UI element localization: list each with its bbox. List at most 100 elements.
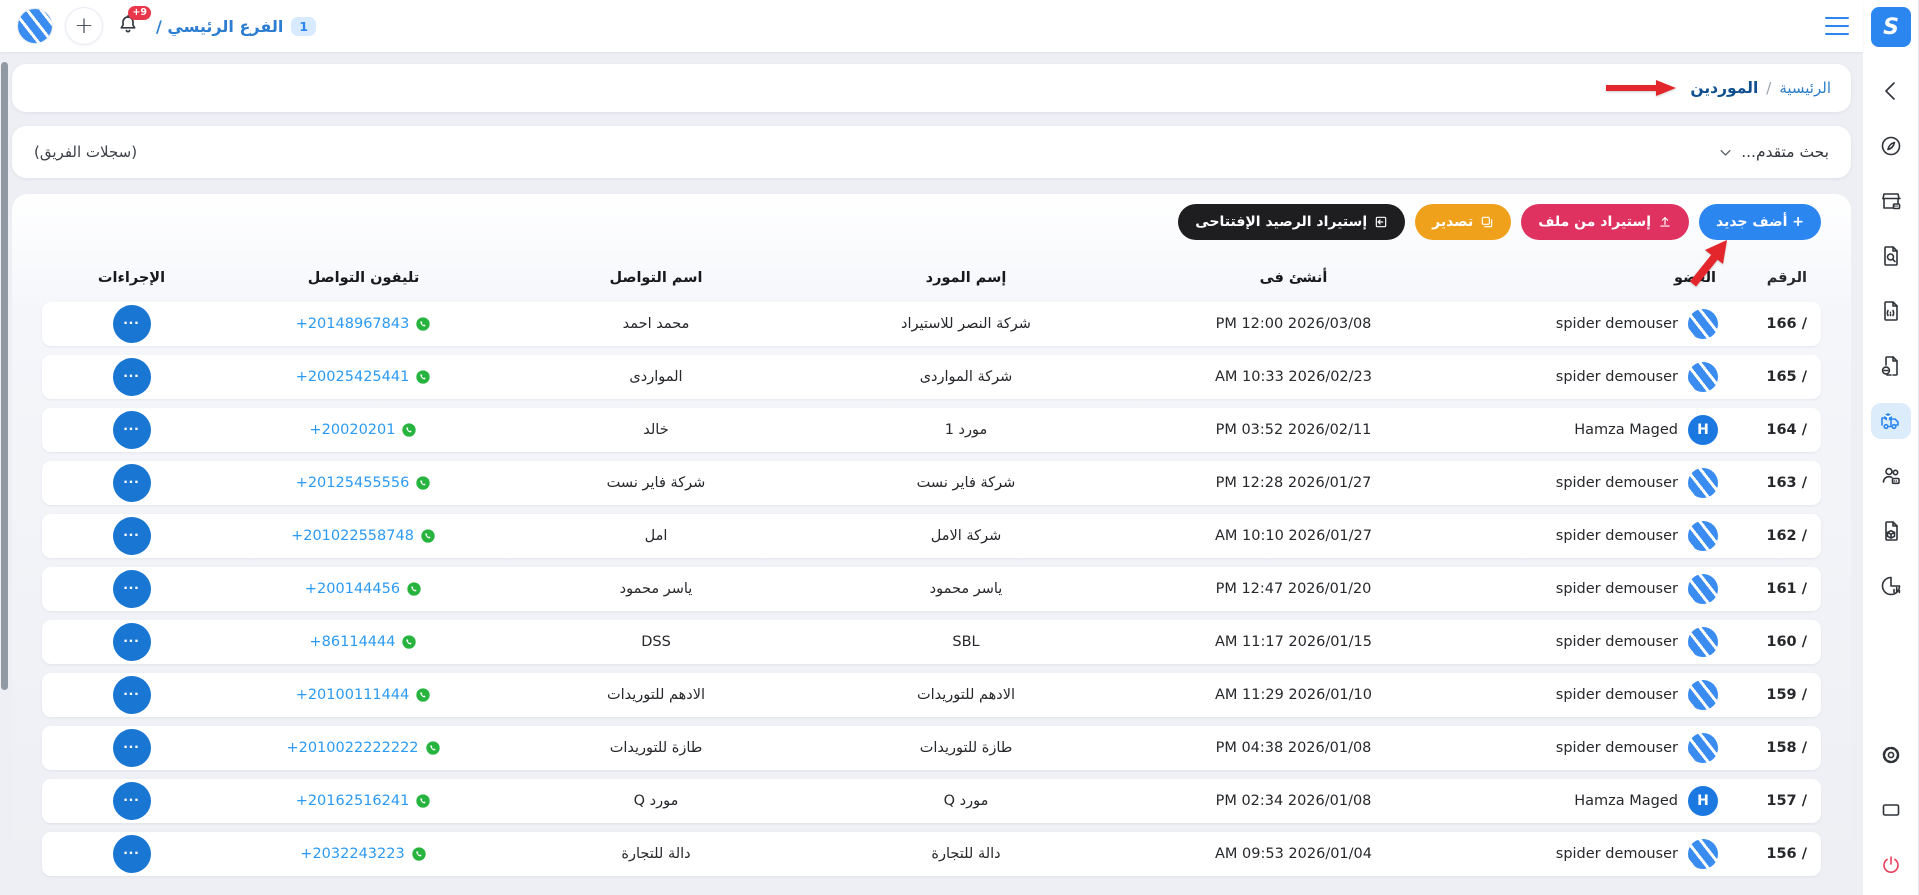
import-opening-balance-button[interactable]: إستيراد الرصيد الإفتتاحى [1178,204,1405,240]
cell-contact-name: مورد Q [506,793,806,809]
cell-phone: +2032243223 [221,846,506,862]
member-avatar-logo [1688,309,1718,339]
sidebar-item-dashboard[interactable] [1871,128,1911,164]
member-name: Hamza Maged [1574,422,1678,438]
cell-supplier-name: ياسر محمود [806,581,1126,597]
cell-created-at: AM 09:53 2026/01/04 [1126,846,1461,862]
row-actions-button[interactable]: ... [113,570,151,608]
window-icon [1879,798,1903,822]
whatsapp-icon[interactable] [415,475,431,491]
member-name: spider demouser [1556,581,1678,597]
row-actions-button[interactable]: ... [113,464,151,502]
whatsapp-icon[interactable] [411,846,427,862]
row-actions-button[interactable]: ... [113,782,151,820]
cell-actions: ... [42,570,221,608]
cell-member: spider demouser [1461,468,1726,498]
whatsapp-icon[interactable] [401,422,417,438]
advanced-search-toggle[interactable]: بحث متقدم... [1718,143,1829,161]
phone-link[interactable]: +2032243223 [300,846,404,862]
cell-supplier-name: طازة للتوريدات [806,740,1126,756]
whatsapp-icon[interactable] [425,740,441,756]
import-icon [1374,215,1388,229]
cell-supplier-name: شركة الامل [806,528,1126,544]
header-contact: اسم التواصل [506,270,806,286]
whatsapp-icon[interactable] [420,528,436,544]
advanced-search-card: بحث متقدم... (سجلات الفريق) [12,126,1851,178]
power-icon [1879,853,1903,877]
cell-actions: ... [42,623,221,661]
whatsapp-icon[interactable] [415,316,431,332]
cell-phone: +20020201 [221,422,506,438]
cell-created-at: AM 11:17 2026/01/15 [1126,634,1461,650]
cell-actions: ... [42,464,221,502]
cell-phone: +201022558748 [221,528,506,544]
phone-link[interactable]: +200144456 [305,581,400,597]
notifications-button[interactable]: +9 [116,13,142,39]
cell-actions: ... [42,305,221,343]
member-avatar-logo [1688,839,1718,869]
table-row: 158 / spider demouser PM 04:38 2026/01/0… [42,726,1821,770]
row-actions-button[interactable]: ... [113,835,151,873]
cell-member: spider demouser [1461,733,1726,763]
table-row: 161 / spider demouser PM 12:47 2026/01/2… [42,567,1821,611]
import-from-file-button[interactable]: إستيراد من ملف [1521,204,1689,240]
sidebar-collapse-button[interactable] [1871,73,1911,109]
row-actions-button[interactable]: ... [113,623,151,661]
row-actions-button[interactable]: ... [113,305,151,343]
sidebar-item-store[interactable] [1871,183,1911,219]
cell-contact-name: دالة للتجارة [506,846,806,862]
row-actions-button[interactable]: ... [113,676,151,714]
branch-breadcrumb[interactable]: 1 الفرع الرئيسي / [156,17,316,36]
table-row: 162 / spider demouser AM 10:10 2026/01/2… [42,514,1821,558]
sidebar-item-products[interactable] [1871,513,1911,549]
phone-link[interactable]: +20148967843 [296,316,410,332]
whatsapp-icon[interactable] [415,793,431,809]
phone-link[interactable]: +20125455556 [296,475,410,491]
quick-add-button[interactable]: + [66,8,102,44]
sidebar-item-invoices-search[interactable] [1871,238,1911,274]
hamburger-menu-icon[interactable] [1825,17,1849,35]
phone-link[interactable]: +20162516241 [296,793,410,809]
export-button[interactable]: تصدير [1415,204,1511,240]
cell-supplier-name: دالة للتجارة [806,846,1126,862]
whatsapp-icon[interactable] [415,369,431,385]
row-actions-button[interactable]: ... [113,411,151,449]
phone-link[interactable]: +201022558748 [291,528,414,544]
row-actions-button[interactable]: ... [113,517,151,555]
whatsapp-icon[interactable] [415,687,431,703]
member-name: Hamza Maged [1574,793,1678,809]
sidebar-item-customers[interactable] [1871,458,1911,494]
row-actions-button[interactable]: ... [113,358,151,396]
cell-phone: +20100111444 [221,687,506,703]
sidebar-item-suppliers[interactable] [1871,403,1911,439]
sidebar-item-reports[interactable] [1871,568,1911,604]
app-logo-circle [18,9,52,43]
cell-member: spider demouser [1461,680,1726,710]
cell-supplier-name: SBL [806,634,1126,650]
add-new-button[interactable]: + أضف جديد [1699,204,1821,240]
toolbar: + أضف جديد إستيراد من ملف تصدير إستيراد … [30,204,1833,240]
sidebar-bottom-group [1871,718,1911,883]
gear-icon [1879,743,1903,767]
sidebar-item-returns[interactable] [1871,348,1911,384]
sidebar-item-window[interactable] [1871,792,1911,828]
sidebar-item-logout[interactable] [1871,847,1911,883]
whatsapp-icon[interactable] [401,634,417,650]
cell-actions: ... [42,358,221,396]
chevron-left-icon [1879,79,1903,103]
phone-link[interactable]: +20025425441 [296,369,410,385]
cell-phone: +20148967843 [221,316,506,332]
page-scrollbar-thumb[interactable] [1,62,8,690]
phone-link[interactable]: +86114444 [310,634,396,650]
phone-link[interactable]: +2010022222222 [286,740,418,756]
phone-link[interactable]: +20100111444 [296,687,410,703]
sidebar-item-invoices-info[interactable] [1871,293,1911,329]
sidebar-item-settings[interactable] [1871,737,1911,773]
whatsapp-icon[interactable] [406,581,422,597]
row-actions-button[interactable]: ... [113,729,151,767]
cell-number: 165 / [1726,369,1821,385]
breadcrumb-home-link[interactable]: الرئيسية [1779,79,1831,97]
table-row: 166 / spider demouser PM 12:00 2026/03/0… [42,302,1821,346]
phone-link[interactable]: +20020201 [310,422,396,438]
cell-contact-name: المواردى [506,369,806,385]
